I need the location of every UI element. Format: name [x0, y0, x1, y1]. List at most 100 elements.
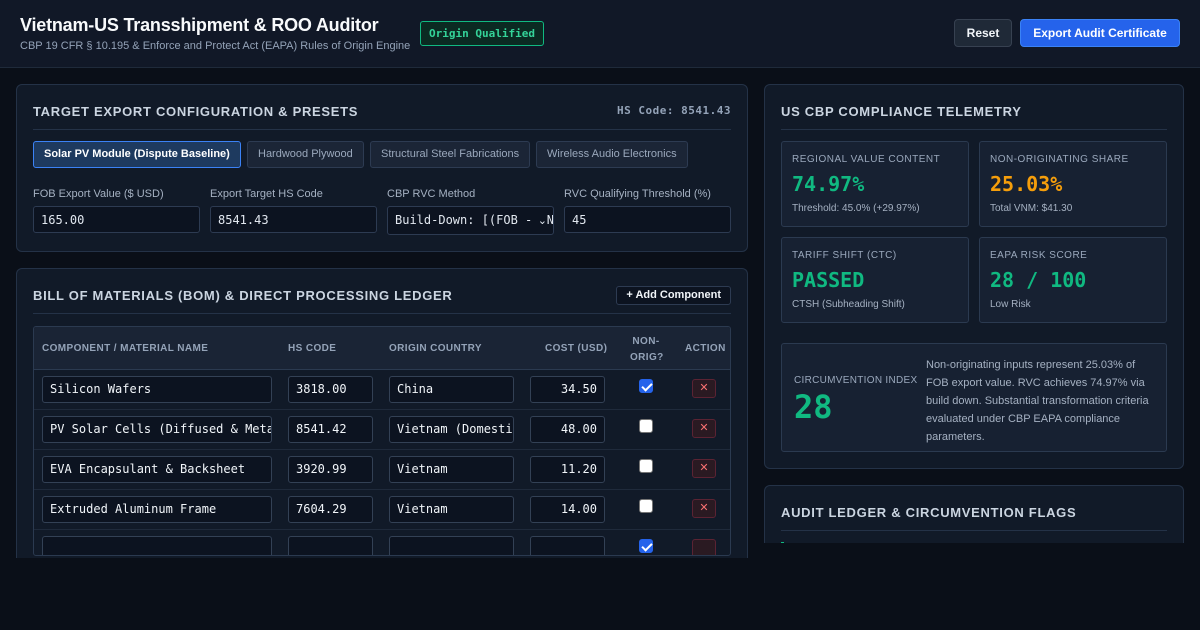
audit-panel-title: Audit Ledger & Circumvention Flags [781, 505, 1077, 520]
component-cost-input[interactable] [530, 536, 605, 555]
table-row: Silicon Wafers 3818.00 China 34.50 ✕ [34, 370, 730, 410]
app-title: Vietnam-US Transshipment & ROO Auditor [20, 15, 379, 35]
circumvention-description: Non-originating inputs represent 25.03% … [926, 359, 1149, 443]
bom-panel-title: Bill of Materials (BOM) & Direct Process… [33, 288, 453, 303]
metric-value: PASSED [792, 268, 865, 292]
table-row: PV Solar Cells (Diffused & Metallized) 8… [34, 410, 730, 450]
component-hs-input[interactable]: 3920.99 [288, 456, 373, 483]
non-orig-checkbox[interactable] [639, 539, 653, 553]
non-orig-checkbox[interactable] [639, 379, 653, 393]
component-origin-input[interactable]: Vietnam [389, 456, 514, 483]
metric-value: 25.03% [990, 172, 1063, 196]
hs-code-label: Export Target HS Code [210, 188, 323, 200]
config-panel-title: Target Export Configuration & Presets [33, 104, 359, 119]
add-component-button[interactable]: + Add Component [616, 286, 731, 305]
col-hs-code: HS Code [288, 343, 337, 354]
metric-sub: Total VNM: $41.30 [990, 203, 1073, 214]
metric-sub: Low Risk [990, 299, 1031, 310]
rvc-method-select[interactable]: Build-Down: [(FOB - VNM) / FOB] ⌄ [387, 206, 554, 235]
component-name-input[interactable]: PV Solar Cells (Diffused & Metallized) [42, 416, 272, 443]
metric-label: EAPA Risk Score [990, 250, 1088, 261]
metric-label: Regional Value Content [792, 154, 941, 165]
metric-label: Non-Originating Share [990, 154, 1129, 165]
col-non-orig: Non- Orig? [630, 334, 664, 366]
preset-wireless-audio[interactable]: Wireless Audio Electronics [536, 141, 688, 168]
audit-flag-marker [781, 542, 784, 543]
component-hs-input[interactable]: 8541.42 [288, 416, 373, 443]
delete-row-button[interactable]: ✕ [692, 379, 716, 398]
table-row: Extruded Aluminum Frame 7604.29 Vietnam … [34, 490, 730, 530]
component-name-input[interactable] [42, 536, 272, 555]
status-badge: Origin Qualified [420, 21, 544, 46]
circumvention-value: 28 [794, 388, 833, 426]
component-origin-input[interactable]: China [389, 376, 514, 403]
fob-label: FOB Export Value ($ USD) [33, 188, 164, 200]
component-origin-input[interactable]: Vietnam (Domestic) [389, 416, 514, 443]
component-name-input[interactable]: EVA Encapsulant & Backsheet [42, 456, 272, 483]
col-origin-country: Origin Country [389, 343, 483, 354]
component-origin-input[interactable] [389, 536, 514, 555]
component-hs-input[interactable]: 3818.00 [288, 376, 373, 403]
config-panel: Target Export Configuration & Presets HS… [16, 84, 748, 252]
chevron-down-icon: ⌄ [534, 207, 547, 234]
rvc-method-value: Build-Down: [(FOB - VNM) / FOB] [395, 213, 553, 227]
export-hs-code-input[interactable] [210, 206, 377, 233]
telemetry-panel-title: US CBP Compliance Telemetry [781, 104, 1022, 119]
metric-eapa-risk-score: EAPA Risk Score 28 / 100 Low Risk [979, 237, 1167, 323]
reset-button[interactable]: Reset [954, 19, 1012, 47]
circumvention-index-card: Circumvention Index 28 Non-originating i… [781, 343, 1167, 452]
delete-row-button[interactable] [692, 539, 716, 555]
component-cost-input[interactable]: 14.00 [530, 496, 605, 523]
fob-export-value-input[interactable] [33, 206, 200, 233]
metric-non-originating-share: Non-Originating Share 25.03% Total VNM: … [979, 141, 1167, 227]
table-header: Component / Material Name HS Code Origin… [34, 327, 730, 370]
bom-panel: Bill of Materials (BOM) & Direct Process… [16, 268, 748, 558]
telemetry-panel: US CBP Compliance Telemetry Regional Val… [764, 84, 1184, 469]
metric-sub: CTSH (Subheading Shift) [792, 299, 905, 310]
component-cost-input[interactable]: 11.20 [530, 456, 605, 483]
table-row [34, 530, 730, 555]
hs-code-header: HS Code: 8541.43 [617, 104, 731, 117]
component-cost-input[interactable]: 34.50 [530, 376, 605, 403]
delete-row-button[interactable]: ✕ [692, 419, 716, 438]
rvc-method-label: CBP RVC Method [387, 188, 476, 200]
preset-hardwood-plywood[interactable]: Hardwood Plywood [247, 141, 364, 168]
component-name-input[interactable]: Silicon Wafers [42, 376, 272, 403]
preset-structural-steel[interactable]: Structural Steel Fabrications [370, 141, 531, 168]
divider [781, 129, 1167, 130]
metric-value: 74.97% [792, 172, 865, 196]
rvc-threshold-label: RVC Qualifying Threshold (%) [564, 188, 711, 200]
app-header: Vietnam-US Transshipment & ROO Auditor C… [0, 0, 1200, 68]
col-component-name: Component / Material Name [42, 343, 209, 354]
audit-ledger-panel: Audit Ledger & Circumvention Flags [764, 485, 1184, 543]
non-orig-checkbox[interactable] [639, 499, 653, 513]
delete-row-button[interactable]: ✕ [692, 499, 716, 518]
divider [33, 129, 731, 130]
divider [781, 530, 1167, 531]
non-orig-checkbox[interactable] [639, 459, 653, 473]
rvc-threshold-input[interactable] [564, 206, 731, 233]
component-cost-input[interactable]: 48.00 [530, 416, 605, 443]
col-cost: Cost (USD) [545, 343, 608, 354]
metric-label: Tariff Shift (CTC) [792, 250, 897, 261]
component-hs-input[interactable] [288, 536, 373, 555]
app-subtitle: CBP 19 CFR § 10.195 & Enforce and Protec… [20, 40, 411, 52]
metric-sub: Threshold: 45.0% (+29.97%) [792, 203, 920, 214]
non-orig-checkbox[interactable] [639, 419, 653, 433]
circumvention-label: Circumvention Index [794, 375, 918, 386]
preset-solar-pv-module[interactable]: Solar PV Module (Dispute Baseline) [33, 141, 241, 168]
metric-tariff-shift: Tariff Shift (CTC) PASSED CTSH (Subheadi… [781, 237, 969, 323]
component-origin-input[interactable]: Vietnam [389, 496, 514, 523]
delete-row-button[interactable]: ✕ [692, 459, 716, 478]
col-action: Action [685, 343, 726, 354]
table-row: EVA Encapsulant & Backsheet 3920.99 Viet… [34, 450, 730, 490]
component-hs-input[interactable]: 7604.29 [288, 496, 373, 523]
component-name-input[interactable]: Extruded Aluminum Frame [42, 496, 272, 523]
export-audit-certificate-button[interactable]: Export Audit Certificate [1020, 19, 1180, 47]
bom-table: Component / Material Name HS Code Origin… [33, 326, 731, 556]
metric-value: 28 / 100 [990, 268, 1087, 292]
col-non-orig-line1: Non- [632, 336, 660, 347]
metric-regional-value-content: Regional Value Content 74.97% Threshold:… [781, 141, 969, 227]
col-non-orig-line2: Orig? [630, 352, 664, 363]
divider [33, 313, 731, 314]
